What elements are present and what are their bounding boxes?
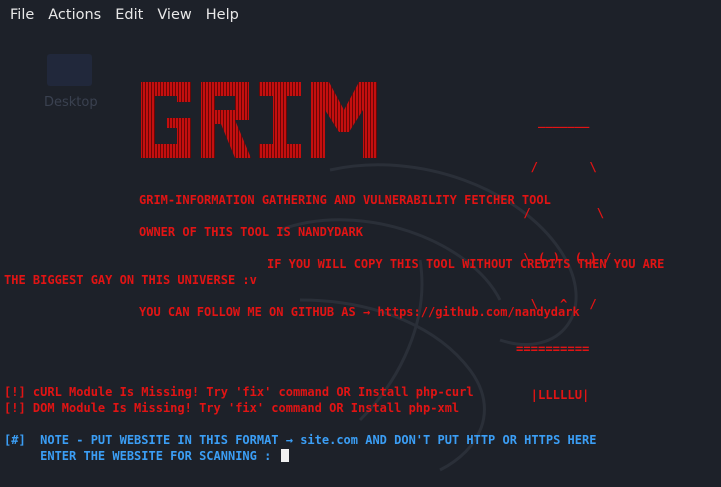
skull-line: _______ <box>516 114 590 129</box>
banner-tagline: GRIM-INFORMATION GATHERING AND VULNERABI… <box>139 193 551 207</box>
error-curl-missing: [!] cURL Module Is Missing! Try 'fix' co… <box>4 385 474 399</box>
grim-ascii-logo <box>141 82 377 158</box>
prompt-note: [#] NOTE - PUT WEBSITE IN THIS FORMAT → … <box>4 433 597 447</box>
banner-github-link: YOU CAN FOLLOW ME ON GITHUB AS → https:/… <box>139 305 580 319</box>
menu-view[interactable]: View <box>151 7 197 23</box>
menu-help[interactable]: Help <box>200 7 245 23</box>
banner-warning-line-1: IF YOU WILL COPY THIS TOOL WITHOUT CREDI… <box>267 257 665 271</box>
skull-line: ========== <box>516 342 590 357</box>
error-dom-missing: [!] DOM Module Is Missing! Try 'fix' com… <box>4 401 460 415</box>
banner-warning-line-2: THE BIGGEST GAY ON THIS UNIVERSE :v <box>4 273 257 287</box>
skull-line: / \ <box>516 160 597 175</box>
prompt-input-label: ENTER THE WEBSITE FOR SCANNING : <box>4 449 279 463</box>
menu-actions[interactable]: Actions <box>42 7 107 23</box>
skull-line: |LLLLLU| <box>516 388 590 403</box>
text-cursor[interactable] <box>280 449 289 462</box>
menu-edit[interactable]: Edit <box>109 7 149 23</box>
terminal-output[interactable]: _______ / \ / \ \ (.) (.) / \ ^ / ======… <box>0 30 721 487</box>
banner-owner: OWNER OF THIS TOOL IS NANDYDARK <box>139 225 363 239</box>
menu-bar: File Actions Edit View Help <box>0 0 721 30</box>
prompt-input-row[interactable]: ENTER THE WEBSITE FOR SCANNING : <box>4 448 289 464</box>
menu-file[interactable]: File <box>4 7 40 23</box>
